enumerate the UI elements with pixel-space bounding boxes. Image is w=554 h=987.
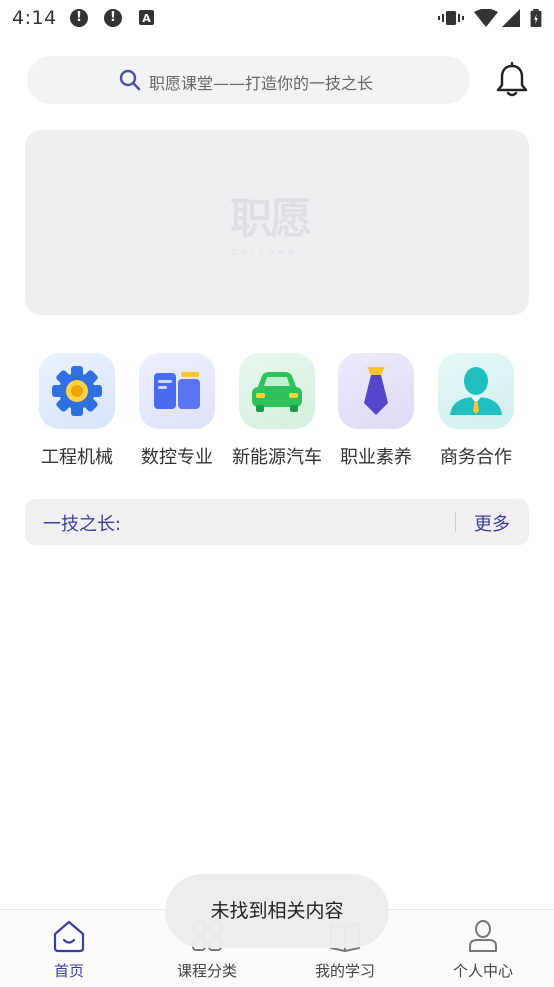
- alert-icon: !: [70, 9, 88, 27]
- nav-label: 课程分类: [176, 962, 237, 980]
- wifi-icon: [474, 9, 498, 27]
- category-engineering-machinery[interactable]: 工程机械: [29, 353, 125, 469]
- bell-icon[interactable]: [494, 62, 530, 98]
- category-label: 新能源汽车: [232, 447, 322, 468]
- battery-icon: [530, 9, 542, 27]
- section-title: 一技之长:: [43, 514, 122, 535]
- nav-item-profile[interactable]: 个人中心: [414, 910, 552, 987]
- businessman-icon: [438, 353, 514, 429]
- car-icon: [239, 353, 315, 429]
- category-label: 工程机械: [41, 447, 113, 468]
- search-bar[interactable]: 职愿课堂——打造你的一技之长: [27, 56, 470, 104]
- divider: [455, 512, 456, 532]
- category-business-cooperation[interactable]: 商务合作: [428, 353, 524, 469]
- alert-icon: !: [104, 9, 122, 27]
- category-cnc[interactable]: 数控专业: [129, 353, 225, 469]
- category-new-energy-vehicle[interactable]: 新能源汽车: [229, 353, 325, 469]
- signal-icon: [502, 9, 520, 27]
- category-label: 商务合作: [440, 447, 512, 468]
- keyboard-a-icon: A: [139, 10, 154, 25]
- home-icon: [53, 920, 85, 953]
- necktie-icon: [338, 353, 414, 429]
- status-bar: 4:14 ! ! A: [0, 0, 554, 36]
- section-header: 一技之长: 更多: [25, 499, 529, 545]
- category-professional-quality[interactable]: 职业素养: [328, 353, 424, 469]
- more-link[interactable]: 更多: [474, 510, 510, 536]
- gear-icon: [39, 353, 115, 429]
- user-icon: [469, 920, 497, 952]
- nav-label: 首页: [53, 962, 84, 980]
- nav-label: 个人中心: [452, 962, 513, 980]
- search-placeholder: 职愿课堂——打造你的一技之长: [149, 74, 374, 93]
- banner-logo-sub: ZHIYUAN: [232, 248, 299, 256]
- banner-logo-text: 职愿: [230, 194, 312, 243]
- vibrate-icon: [438, 11, 464, 25]
- nav-item-home[interactable]: 首页: [0, 910, 138, 987]
- cnc-machine-icon: [139, 353, 215, 429]
- banner-carousel[interactable]: 职愿 ZHIYUAN: [25, 130, 529, 315]
- category-label: 数控专业: [141, 447, 213, 468]
- nav-label: 我的学习: [314, 962, 375, 980]
- search-icon: [119, 69, 141, 91]
- category-label: 职业素养: [340, 447, 412, 468]
- status-time: 4:14: [12, 7, 57, 29]
- toast-message: 未找到相关内容: [165, 874, 389, 948]
